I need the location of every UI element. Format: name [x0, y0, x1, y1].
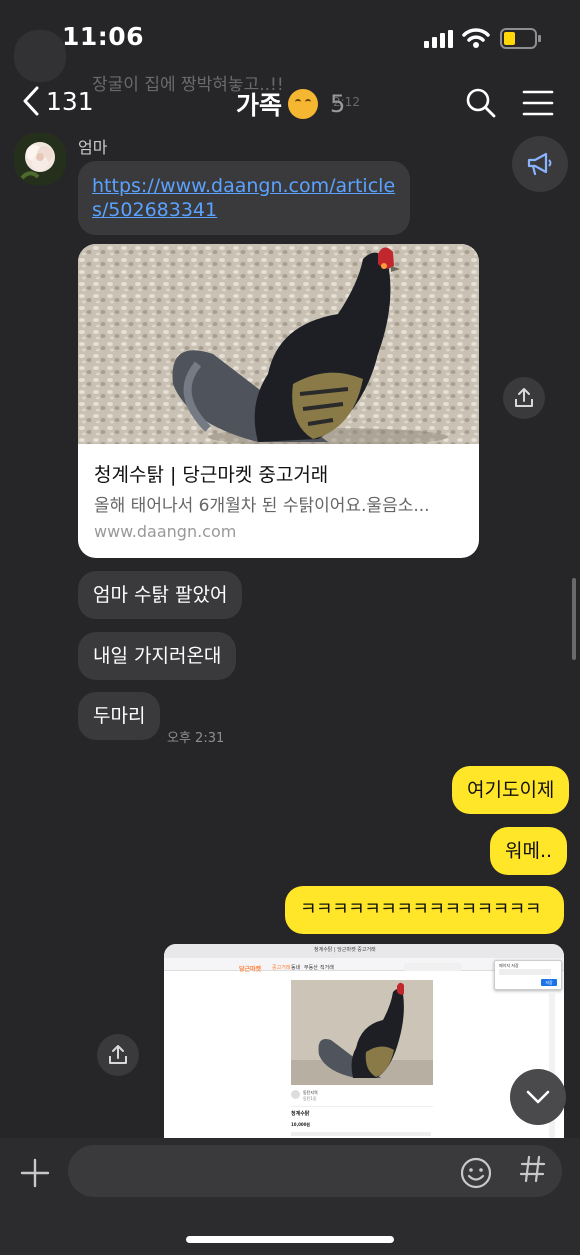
chat-title: 가족 5: [236, 86, 345, 122]
browser-tab-bar: 청계수탉 | 당근마켓 중고거래: [164, 944, 564, 958]
screenshot-image-message[interactable]: 청계수탉 | 당근마켓 중고거래 당근마켓 중고거래 동네 부동산 직거래 페이…: [164, 944, 564, 1140]
sender-name: 엄마: [78, 138, 108, 157]
hash-icon[interactable]: [520, 1154, 546, 1184]
search-icon[interactable]: [464, 86, 498, 120]
share-button[interactable]: [97, 1034, 139, 1076]
message-bubble[interactable]: 내일 가지러온대: [78, 632, 237, 680]
item-price: 10,000원: [291, 1122, 311, 1127]
message-time: 오후 2:31: [167, 731, 225, 746]
back-button[interactable]: 131: [22, 86, 94, 116]
member-count: 5: [330, 90, 346, 118]
site-nav-4: 직거래: [320, 965, 334, 971]
emoji-icon[interactable]: [459, 1156, 493, 1190]
battery-icon: [500, 28, 541, 49]
chat-title-text: 가족: [236, 91, 283, 120]
save-popup-button: 저장: [541, 979, 557, 986]
card-title: 청계수탉 | 당근마켓 중고거래: [94, 464, 329, 486]
card-description: 올해 태어나서 6개월차 된 수탉이어요.울음소...: [94, 496, 430, 516]
screenshot-divider: [291, 1106, 433, 1107]
my-message-bubble[interactable]: ㅋㅋㅋㅋㅋㅋㅋㅋㅋㅋㅋㅋㅋㅋㅋ: [285, 886, 564, 934]
background-avatar: [14, 30, 66, 82]
menu-icon[interactable]: [521, 86, 555, 120]
share-icon: [109, 1045, 127, 1064]
flower-icon: [14, 133, 66, 185]
my-message-bubble[interactable]: 여기도이제: [452, 766, 570, 814]
signal-icon: [424, 30, 453, 48]
sender-avatar[interactable]: [14, 133, 66, 185]
item-title: 청계수탉: [291, 1111, 310, 1117]
home-indicator: [186, 1236, 394, 1243]
wifi-icon: [462, 28, 490, 48]
link-text[interactable]: https://www.daangn.com/articles/50268334…: [92, 175, 395, 221]
site-nav-3: 부동산: [304, 965, 318, 971]
share-icon: [515, 388, 533, 407]
screenshot-rooster-image: [291, 980, 433, 1085]
announcement-button[interactable]: [512, 136, 568, 192]
my-message-bubble[interactable]: 워메..: [490, 827, 568, 875]
message-bubble[interactable]: 엄마 수탉 팔았어: [78, 571, 243, 619]
status-time: 11:06: [62, 22, 145, 51]
link-preview-card[interactable]: 청계수탉 | 당근마켓 중고거래 올해 태어나서 6개월차 된 수탉이어요.울음…: [78, 244, 479, 558]
seller-avatar: [291, 1090, 300, 1099]
item-description: [291, 1132, 431, 1136]
unread-count: 131: [46, 86, 94, 116]
site-nav-1: 중고거래: [272, 965, 291, 971]
browser-tab-title: 청계수탉 | 당근마켓 중고거래: [314, 947, 376, 953]
link-message[interactable]: https://www.daangn.com/articles/50268334…: [78, 161, 410, 235]
save-popup: 페이지 저장 저장: [494, 960, 562, 990]
site-nav-2: 동네: [291, 965, 301, 971]
share-button[interactable]: [503, 377, 545, 419]
plus-icon[interactable]: [20, 1158, 50, 1188]
rooster-image: [78, 244, 479, 444]
seller-location: 동탄1동: [303, 1096, 317, 1101]
chevron-down-icon: [526, 1090, 550, 1104]
scroll-to-bottom-button[interactable]: [510, 1069, 566, 1125]
site-search-box: [404, 963, 462, 971]
megaphone-icon: [527, 152, 552, 176]
hugging-emoji-icon: [288, 89, 319, 119]
card-url: www.daangn.com: [94, 522, 237, 541]
site-brand: 당근마켓: [239, 966, 262, 973]
message-bubble[interactable]: 두마리: [78, 692, 161, 740]
chevron-left-icon: [23, 86, 39, 116]
save-popup-text: [499, 969, 551, 975]
chat-scrollbar[interactable]: [572, 578, 576, 660]
